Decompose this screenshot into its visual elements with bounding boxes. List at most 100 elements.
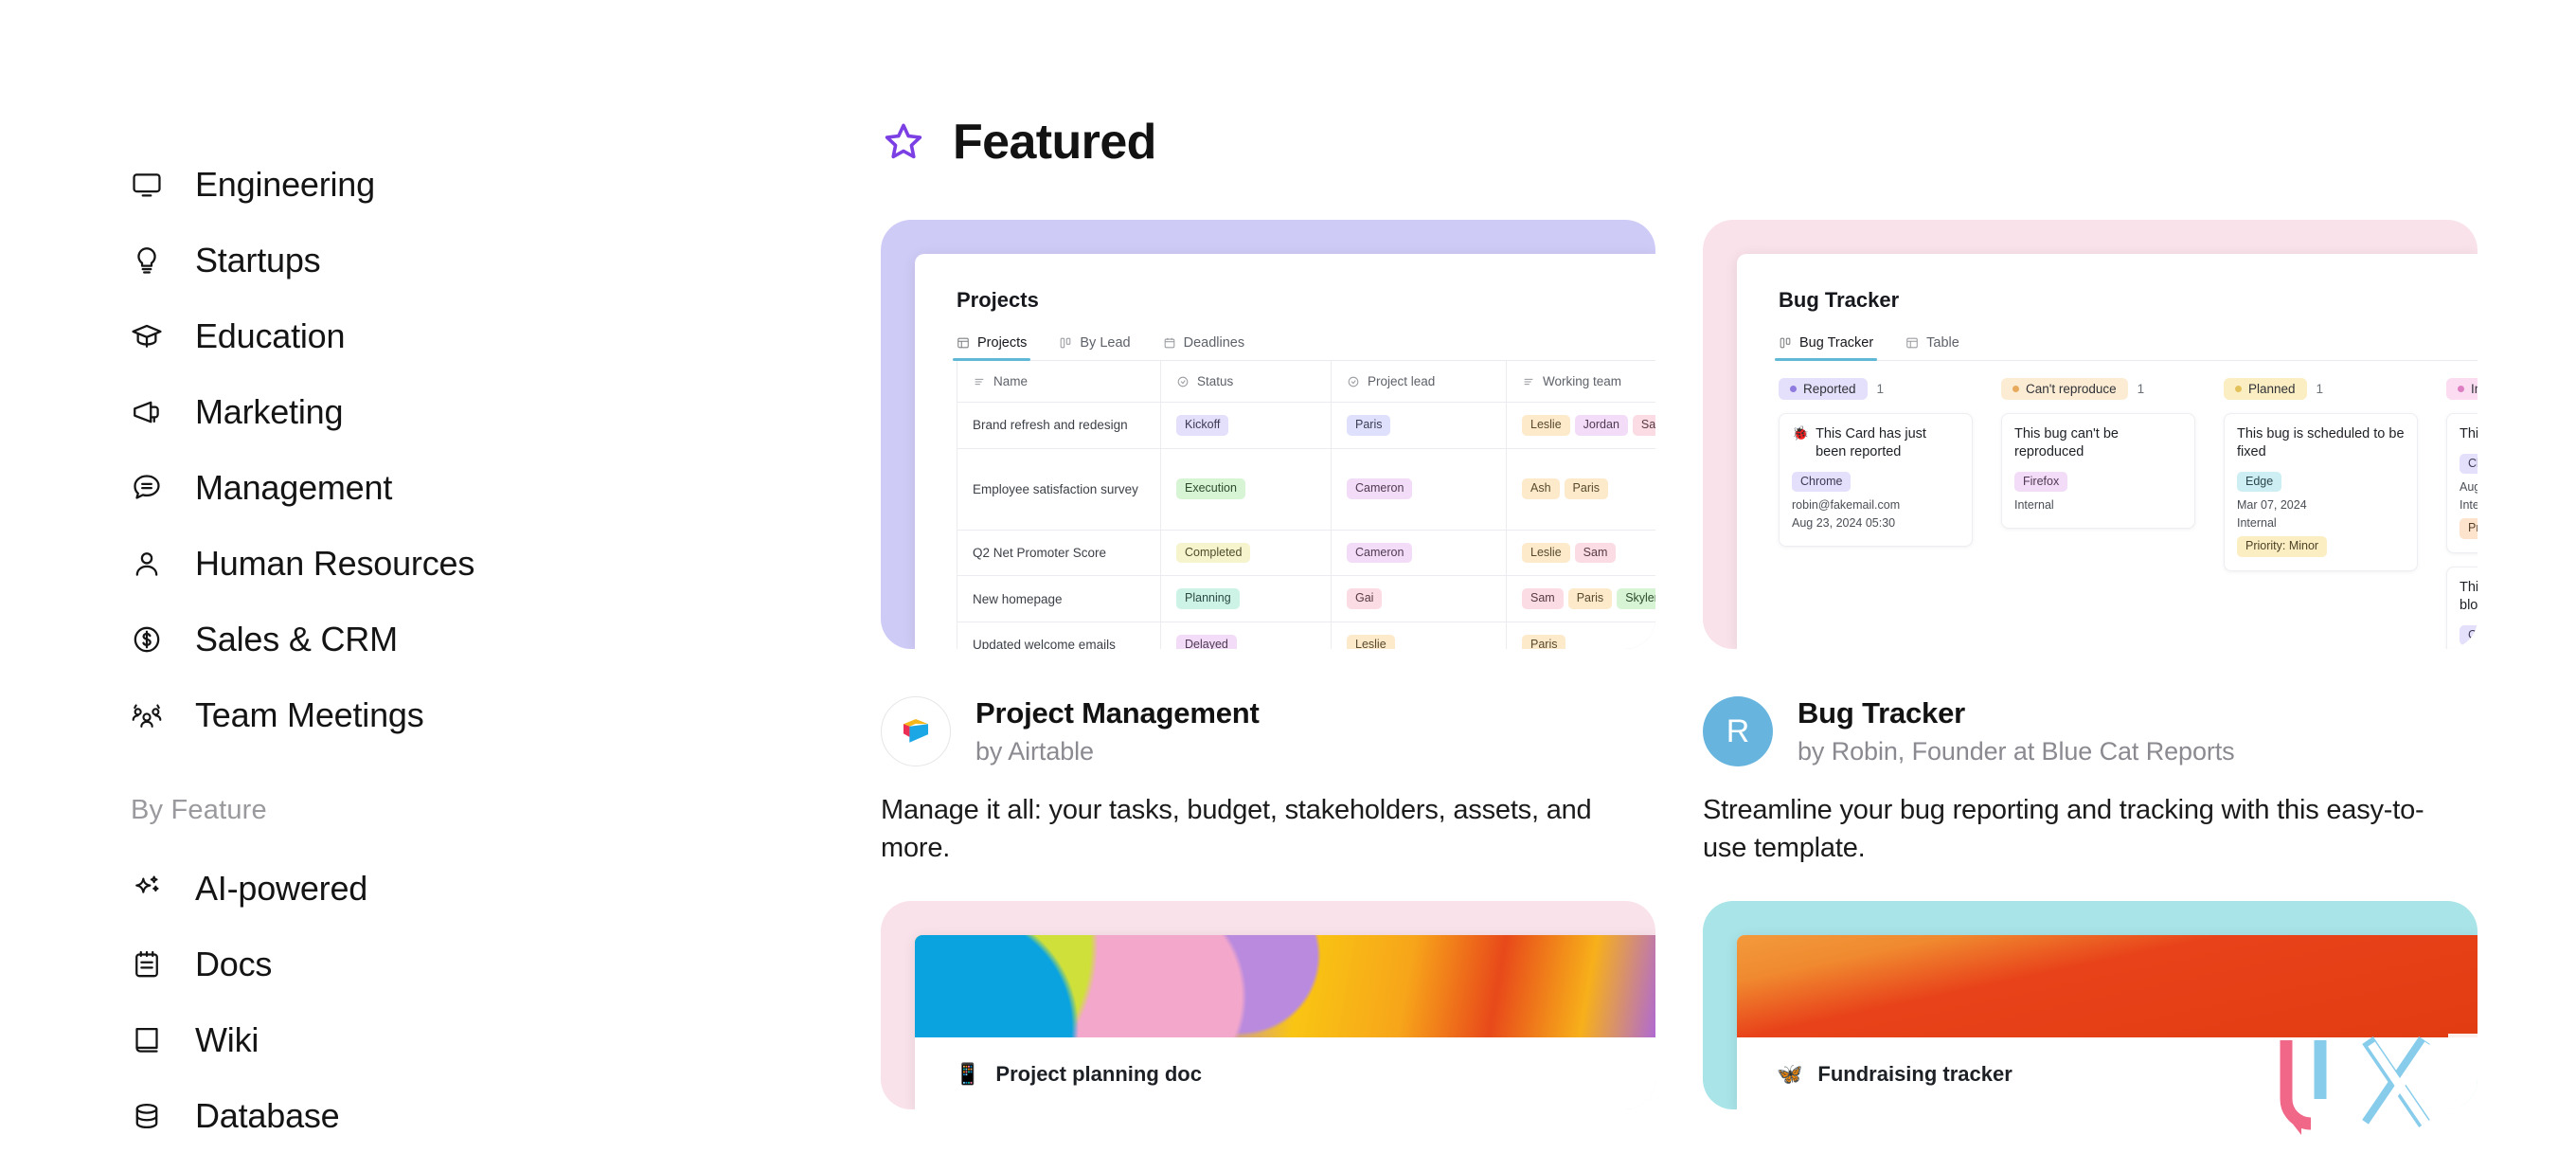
kanban-column-label: In Progress — [2471, 382, 2478, 396]
table-row[interactable]: Brand refresh and redesign Kickoff Paris… — [957, 402, 1655, 449]
browser-badge: Chrome — [1792, 471, 1852, 493]
doc-title-row: 📱 Project planning doc — [955, 1062, 1655, 1087]
sidebar-item-team-meetings[interactable]: Team Meetings — [131, 677, 881, 753]
team-badge: Sam — [1574, 542, 1617, 564]
kanban-column-pill: Reported — [1779, 378, 1868, 400]
team-badge: Sam — [1522, 588, 1564, 609]
team-badge: Leslie — [1522, 415, 1570, 436]
sidebar-item-label: Marketing — [195, 392, 344, 431]
kanban-column-header: Planned 1 — [2224, 378, 2418, 400]
lead-badge: Paris — [1347, 415, 1391, 436]
lead-badge: Cameron — [1347, 542, 1413, 564]
table-row[interactable]: Updated welcome emails Delayed Leslie Pa… — [957, 622, 1655, 649]
sidebar-item-education[interactable]: Education — [131, 298, 881, 374]
template-card-project-planning-doc[interactable]: 📱 Project planning doc [Pri. Q3 24] AppF… — [881, 901, 1655, 1110]
status-dot-icon — [2458, 386, 2464, 392]
kanban-column-pill: Can't reproduce — [2001, 378, 2128, 400]
preview-title: Bug Tracker — [1779, 288, 1900, 312]
column-header-name: Name — [957, 361, 1161, 403]
team-badge: Jordan — [1574, 415, 1628, 436]
sparkle-icon — [131, 873, 163, 905]
kanban-card[interactable]: This bug is scheduled to be fixed Edge M… — [2224, 413, 2418, 571]
star-icon — [881, 119, 926, 165]
column-header-status: Status — [1160, 361, 1332, 403]
sidebar-item-sales-crm[interactable]: Sales & CRM — [131, 602, 881, 677]
template-preview-frame[interactable]: 📱 Project planning doc [Pri. Q3 24] AppF… — [881, 901, 1655, 1110]
calendar-icon — [1163, 336, 1176, 350]
table-row[interactable]: New homepage Planning Gai Sam Paris Skyler… — [957, 575, 1655, 622]
browser-badge: Chrome — [2460, 624, 2478, 646]
avatar-letter: R — [1726, 712, 1750, 749]
column-label: Project lead — [1368, 374, 1436, 388]
sidebar-item-management[interactable]: Management — [131, 450, 881, 526]
kanban-card[interactable]: 🐞 This Card has just been reported Chrom… — [1779, 413, 1973, 548]
sidebar-item-startups[interactable]: Startups — [131, 223, 881, 298]
kanban-board: Reported 1 🐞 This Card has just been rep… — [1779, 378, 2478, 649]
kanban-card-title-row: This bug is in progress — [2460, 425, 2478, 443]
team-badge: Skyler — [1617, 588, 1655, 609]
kanban-card[interactable]: This bug is in progress but blocked Chro… — [2446, 567, 2478, 649]
sidebar-section-label: By Feature — [131, 795, 267, 825]
status-badge: Kickoff — [1176, 415, 1229, 436]
preview-tab-deadlines[interactable]: Deadlines — [1163, 335, 1245, 351]
sidebar-item-label: Team Meetings — [195, 695, 424, 734]
template-card-project-management[interactable]: Projects Projects By Lead Deadlines Name… — [881, 220, 1655, 867]
bug-emoji-icon: 🐞 — [1792, 426, 1810, 441]
sidebar-item-engineering[interactable]: Engineering — [131, 147, 881, 223]
cell-status: Completed — [1160, 530, 1332, 577]
preview-tab-bug-tracker[interactable]: Bug Tracker — [1774, 335, 1878, 361]
kanban-card-title: This Card has just been reported — [1816, 426, 1926, 459]
lightbulb-icon — [131, 244, 163, 277]
preview-tab-projects[interactable]: Projects — [952, 335, 1031, 361]
sidebar-item-wiki[interactable]: Wiki — [131, 1002, 881, 1078]
lead-badge: Cameron — [1347, 478, 1413, 499]
preview-tab-label: Deadlines — [1183, 335, 1245, 351]
template-preview-frame[interactable]: Bug Tracker Bug Tracker Table Reported 1… — [1703, 220, 2478, 649]
doc-banner-image — [1737, 935, 2478, 1038]
featured-section: Featured Projects Projects By Lead Deadl… — [881, 0, 2576, 1171]
sidebar-item-ai-powered[interactable]: AI-powered — [131, 851, 881, 927]
template-gallery-page: Engineering Startups Education Marketing… — [0, 0, 2576, 1171]
cell-name: New homepage — [957, 575, 1161, 622]
sidebar-item-label: Management — [195, 468, 393, 507]
monitor-icon — [131, 169, 163, 201]
sidebar-item-marketing[interactable]: Marketing — [131, 374, 881, 450]
sidebar-item-label: Database — [195, 1096, 340, 1135]
kanban-card[interactable]: This bug is in progress Chrome Aug 06, 2… — [2446, 413, 2478, 554]
template-preview-frame[interactable]: Projects Projects By Lead Deadlines Name… — [881, 220, 1655, 649]
team-badge: Paris — [1522, 634, 1566, 649]
sidebar-item-label: Sales & CRM — [195, 620, 398, 658]
kanban-column-header: In Progress 2 — [2446, 378, 2478, 400]
mobile-phone-icon: 📱 — [955, 1062, 981, 1087]
cell-name: Q2 Net Promoter Score — [957, 530, 1161, 577]
sidebar-item-database[interactable]: Database — [131, 1078, 881, 1154]
kanban-column-header: Can't reproduce 1 — [2001, 378, 2195, 400]
avatar: R — [1703, 696, 1773, 766]
browser-badge: Chrome — [2460, 453, 2478, 475]
preview-tab-table[interactable]: Table — [1905, 335, 1959, 351]
chat-bubble-icon — [131, 472, 163, 504]
cell-team: Paris — [1506, 622, 1655, 649]
cell-lead: Cameron — [1331, 530, 1507, 577]
card-title: Project Management — [975, 696, 1260, 730]
status-badge: Planning — [1176, 588, 1240, 609]
kanban-column-label: Reported — [1803, 382, 1856, 396]
doc-title: Project planning doc — [995, 1062, 1202, 1087]
table-row[interactable]: Employee satisfaction survey Execution C… — [957, 448, 1655, 531]
table-row[interactable]: Q2 Net Promoter Score Completed Cameron … — [957, 530, 1655, 577]
database-icon — [131, 1100, 163, 1132]
sidebar-item-docs[interactable]: Docs — [131, 927, 881, 1002]
preview-tab-by-lead[interactable]: By Lead — [1059, 335, 1131, 351]
cell-team: LeslieJordanSam — [1506, 402, 1655, 449]
kanban-column-pill: In Progress — [2446, 378, 2478, 400]
kanban-card-title-row: This bug can't be reproduced — [2014, 425, 2182, 461]
column-header-working-team: Working team — [1506, 361, 1655, 403]
kanban-card[interactable]: This bug can't be reproduced Firefox Int… — [2001, 413, 2195, 530]
cell-team: Leslie Sam — [1506, 530, 1655, 577]
status-dot-icon — [2012, 386, 2019, 392]
sidebar-item-human-resources[interactable]: Human Resources — [131, 526, 881, 602]
template-card-bug-tracker[interactable]: Bug Tracker Bug Tracker Table Reported 1… — [1703, 220, 2478, 867]
cell-lead: Cameron — [1331, 448, 1507, 531]
card-title: Bug Tracker — [1798, 696, 1965, 730]
